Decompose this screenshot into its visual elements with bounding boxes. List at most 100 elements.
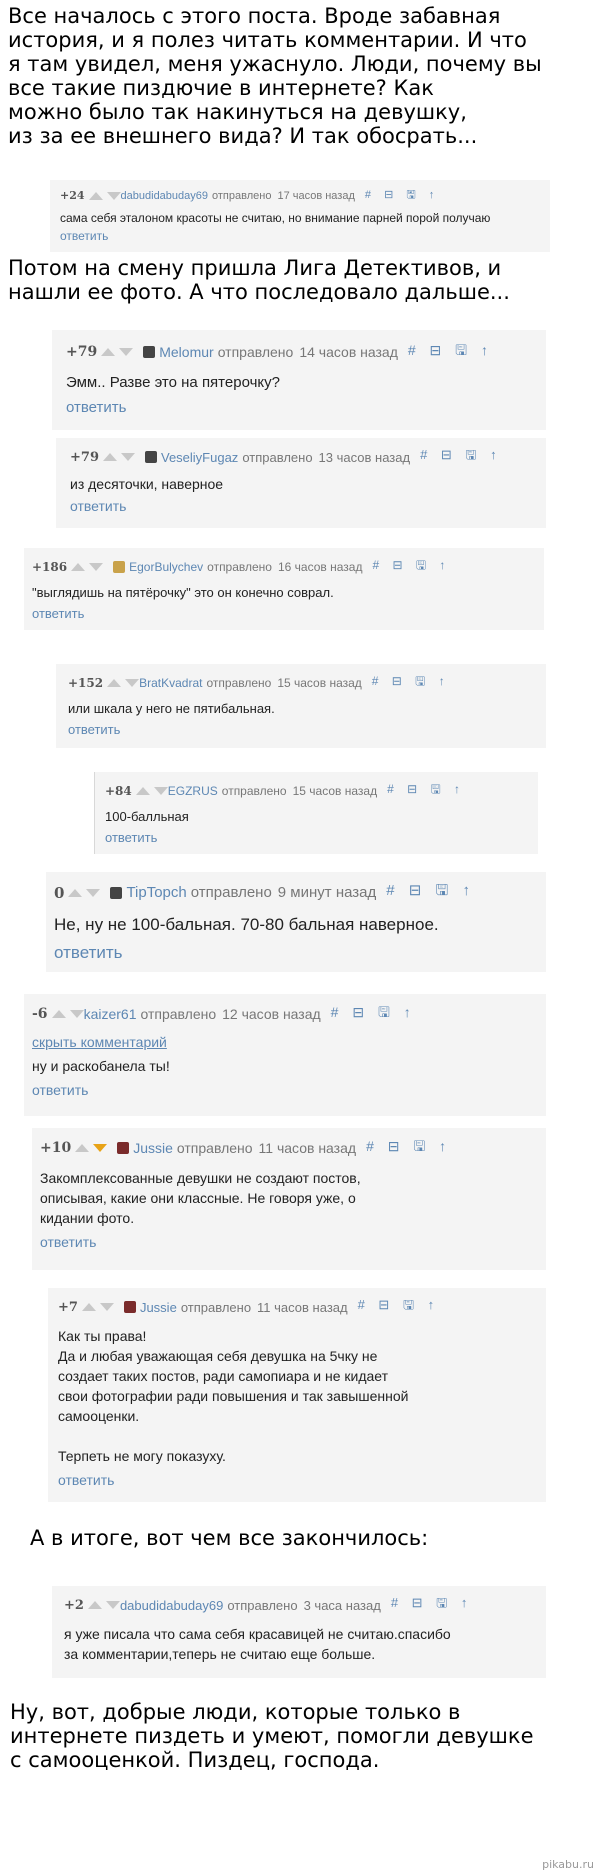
avatar — [110, 886, 123, 899]
downvote-icon[interactable] — [105, 1601, 120, 1609]
comment-tools-icons[interactable]: # ⊟ 🖫 ↑ — [372, 672, 450, 693]
comment-text: "выглядишь на пятёрочку" это он конечно … — [32, 585, 334, 600]
downvote-icon[interactable] — [99, 1303, 114, 1311]
comment-author[interactable]: kaizer61 — [84, 1006, 137, 1022]
comment-egorbulychev: +186 EgorBulychev отправлено 16 часов на… — [24, 548, 544, 630]
reply-link[interactable]: ответить — [40, 1234, 538, 1250]
comment-veseliyfugaz: +79 VeseliyFugaz отправлено 13 часов наз… — [56, 438, 546, 528]
hide-comment-link[interactable]: скрыть комментарий — [32, 1034, 538, 1050]
upvote-icon[interactable] — [135, 786, 150, 795]
comment-text: Закомплексованные девушки не создают пос… — [40, 1170, 361, 1226]
downvote-icon[interactable] — [69, 1010, 84, 1018]
downvote-icon[interactable] — [119, 348, 134, 356]
upvote-icon[interactable] — [71, 562, 86, 571]
comment-time[interactable]: 12 часов назад — [222, 1006, 321, 1022]
avatar — [144, 451, 157, 463]
reply-link[interactable]: ответить — [54, 943, 538, 963]
comment-score: +2 — [64, 1597, 84, 1613]
comment-text: я уже писала что сама себя красавицей не… — [64, 1626, 451, 1662]
upvote-icon[interactable] — [87, 1601, 102, 1609]
downvote-icon[interactable] — [106, 191, 121, 200]
comment-author[interactable]: Melomur — [159, 344, 213, 360]
downvote-icon[interactable] — [153, 786, 168, 795]
sent-label: отправлено — [190, 884, 272, 901]
comment-time[interactable]: 13 часов назад — [319, 450, 411, 465]
reply-link[interactable]: ответить — [32, 1082, 538, 1098]
sent-label: отправлено — [221, 783, 287, 798]
upvote-icon[interactable] — [68, 888, 83, 897]
intro-narration: Все началось с этого поста. Вроде забавн… — [8, 4, 542, 148]
comment-bratkvadrat: +152 BratKvadrat отправлено 15 часов наз… — [56, 664, 546, 748]
downvote-icon[interactable] — [93, 1144, 108, 1152]
comment-author[interactable]: EGZRUS — [168, 784, 218, 798]
downvote-icon[interactable] — [89, 562, 104, 571]
comment-tools-icons[interactable]: # ⊟ 🖫 ↑ — [391, 1594, 473, 1616]
comment-text: 100-балльная — [105, 809, 189, 824]
reply-link[interactable]: ответить — [58, 1472, 536, 1488]
comment-score: 0 — [54, 883, 65, 902]
comment-score: +186 — [32, 559, 68, 574]
comment-melomur: +79 Melomur отправлено 14 часов назад # … — [52, 330, 546, 430]
comment-tools-icons[interactable]: # ⊟ 🖫 ↑ — [420, 446, 502, 468]
comment-author[interactable]: TipTopch — [126, 884, 186, 901]
comment-time[interactable]: 16 часов назад — [278, 560, 362, 574]
upvote-icon[interactable] — [101, 348, 116, 356]
comment-score: +24 — [60, 189, 85, 202]
downvote-icon[interactable] — [120, 453, 135, 461]
comment-author[interactable]: dabudidabuday69 — [120, 1598, 223, 1613]
comment-score: +79 — [66, 344, 98, 360]
comment-text: Не, ну не 100-бальная. 70-80 бальная нав… — [54, 915, 439, 934]
sent-label: отправлено — [140, 1006, 217, 1022]
comment-time[interactable]: 14 часов назад — [299, 344, 398, 360]
comment-tools-icons[interactable]: # ⊟ 🖫 ↑ — [386, 880, 475, 905]
comment-time[interactable]: 11 часов назад — [257, 1300, 348, 1315]
comment-dabudidabuday69-final: +2 dabudidabuday69 отправлено 3 часа наз… — [52, 1586, 546, 1678]
comment-kaizer61: -6 kaizer61 отправлено 12 часов назад # … — [24, 994, 546, 1116]
comment-author[interactable]: dabudidabuday69 — [121, 190, 208, 202]
comment-author[interactable]: Jussie — [140, 1300, 177, 1315]
comment-tools-icons[interactable]: # ⊟ 🖫 ↑ — [387, 780, 465, 801]
downvote-icon[interactable] — [125, 678, 140, 687]
upvote-icon[interactable] — [102, 453, 117, 461]
avatar — [113, 560, 126, 573]
comment-time[interactable]: 3 часа назад — [304, 1598, 381, 1613]
avatar — [123, 1301, 136, 1313]
comment-tools-icons[interactable]: # ⊟ 🖫 ↑ — [358, 1296, 440, 1318]
avatar — [143, 346, 156, 358]
comment-text: Как ты права! Да и любая уважающая себя … — [58, 1328, 409, 1464]
comment-author[interactable]: EgorBulychev — [129, 560, 203, 574]
comment-time[interactable]: 9 минут назад — [278, 884, 376, 901]
comment-text: ну и раскобанела ты! — [32, 1058, 170, 1074]
comment-tools-icons[interactable]: # ⊟ 🖫 ↑ — [365, 186, 439, 205]
comment-score: +84 — [105, 783, 132, 798]
comment-score: -6 — [32, 1006, 48, 1022]
comment-time[interactable]: 17 часов назад — [277, 190, 354, 202]
comment-time[interactable]: 15 часов назад — [293, 784, 377, 798]
reply-link[interactable]: ответить — [68, 722, 534, 737]
upvote-icon[interactable] — [81, 1303, 96, 1311]
comment-tiptopch: 0 TipTopch отправлено 9 минут назад # ⊟ … — [46, 872, 546, 972]
upvote-icon[interactable] — [107, 678, 122, 687]
comment-score: +10 — [40, 1140, 72, 1156]
comment-tools-icons[interactable]: # ⊟ 🖫 ↑ — [372, 556, 450, 577]
comment-tools-icons[interactable]: # ⊟ 🖫 ↑ — [331, 1002, 416, 1026]
comment-time[interactable]: 15 часов назад — [277, 676, 361, 690]
downvote-icon[interactable] — [86, 888, 101, 897]
comment-tools-icons[interactable]: # ⊟ 🖫 ↑ — [366, 1136, 451, 1160]
reply-link[interactable]: ответить — [32, 606, 536, 621]
comment-author[interactable]: VeseliyFugaz — [161, 450, 238, 465]
comment-text: или шкала у него не пятибальная. — [68, 701, 275, 716]
reply-link[interactable]: ответить — [70, 498, 532, 514]
upvote-icon[interactable] — [75, 1144, 90, 1152]
comment-author[interactable]: Jussie — [133, 1140, 173, 1156]
reply-link[interactable]: ответить — [60, 229, 540, 243]
comment-tools-icons[interactable]: # ⊟ 🖫 ↑ — [408, 340, 493, 364]
comment-time[interactable]: 11 часов назад — [259, 1140, 357, 1156]
upvote-icon[interactable] — [51, 1010, 66, 1018]
reply-link[interactable]: ответить — [105, 830, 528, 845]
reply-link[interactable]: ответить — [66, 399, 532, 416]
comment-text: сама себя эталоном красоты не считаю, но… — [60, 211, 491, 225]
comment-author[interactable]: BratKvadrat — [139, 676, 202, 690]
upvote-icon[interactable] — [88, 191, 103, 200]
comment-text: Эмм.. Разве это на пятерочку? — [66, 374, 280, 391]
